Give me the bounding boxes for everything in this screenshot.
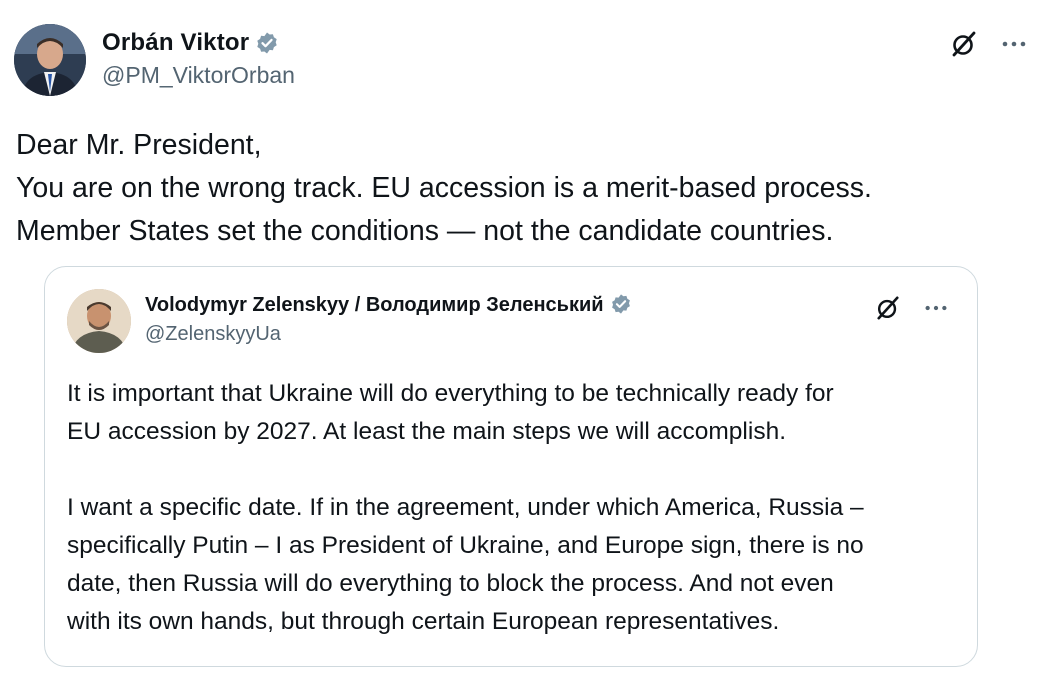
post-line: Member States set the conditions — not t… xyxy=(16,215,834,247)
quoted-line: with its own hands, but through certain … xyxy=(67,608,780,635)
verified-badge-icon xyxy=(610,293,634,317)
post-line: You are on the wrong track. EU accession… xyxy=(16,172,872,204)
quoted-line: EU accession by 2027. At least the main … xyxy=(67,418,787,445)
quoted-author-info: Volodymyr Zelenskyy / Володимир Зеленськ… xyxy=(145,291,634,346)
author-handle[interactable]: @PM_ViktorOrban xyxy=(102,62,295,89)
quoted-text: It is important that Ukraine will do eve… xyxy=(67,375,967,641)
grok-icon[interactable] xyxy=(950,30,978,58)
post-text: Dear Mr. President, You are on the wrong… xyxy=(16,124,1026,253)
post-line: Dear Mr. President, xyxy=(16,129,262,161)
post-actions xyxy=(950,30,1028,58)
quoted-line: It is important that Ukraine will do eve… xyxy=(67,380,834,407)
more-icon[interactable] xyxy=(923,295,951,323)
quoted-author-handle[interactable]: @ZelenskyyUa xyxy=(145,323,634,346)
tweet: Orbán Viktor @PM_ViktorOrban Dear Mr. Pr… xyxy=(0,0,1058,697)
author-info: Orbán Viktor @PM_ViktorOrban xyxy=(102,28,295,89)
quoted-line: I want a specific date. If in the agreem… xyxy=(67,494,864,521)
quoted-author-avatar[interactable] xyxy=(67,289,131,353)
grok-icon[interactable] xyxy=(875,295,903,323)
more-icon[interactable] xyxy=(1000,30,1028,58)
verified-badge-icon xyxy=(255,31,279,55)
author-avatar[interactable] xyxy=(14,24,86,96)
quoted-author-name[interactable]: Volodymyr Zelenskyy / Володимир Зеленськ… xyxy=(145,294,604,317)
quoted-tweet[interactable]: Volodymyr Zelenskyy / Володимир Зеленськ… xyxy=(44,266,978,667)
quoted-line: specifically Putin – I as President of U… xyxy=(67,532,864,559)
author-name[interactable]: Orbán Viktor xyxy=(102,29,249,57)
quoted-line: date, then Russia will do everything to … xyxy=(67,570,834,597)
quoted-actions xyxy=(875,295,951,323)
